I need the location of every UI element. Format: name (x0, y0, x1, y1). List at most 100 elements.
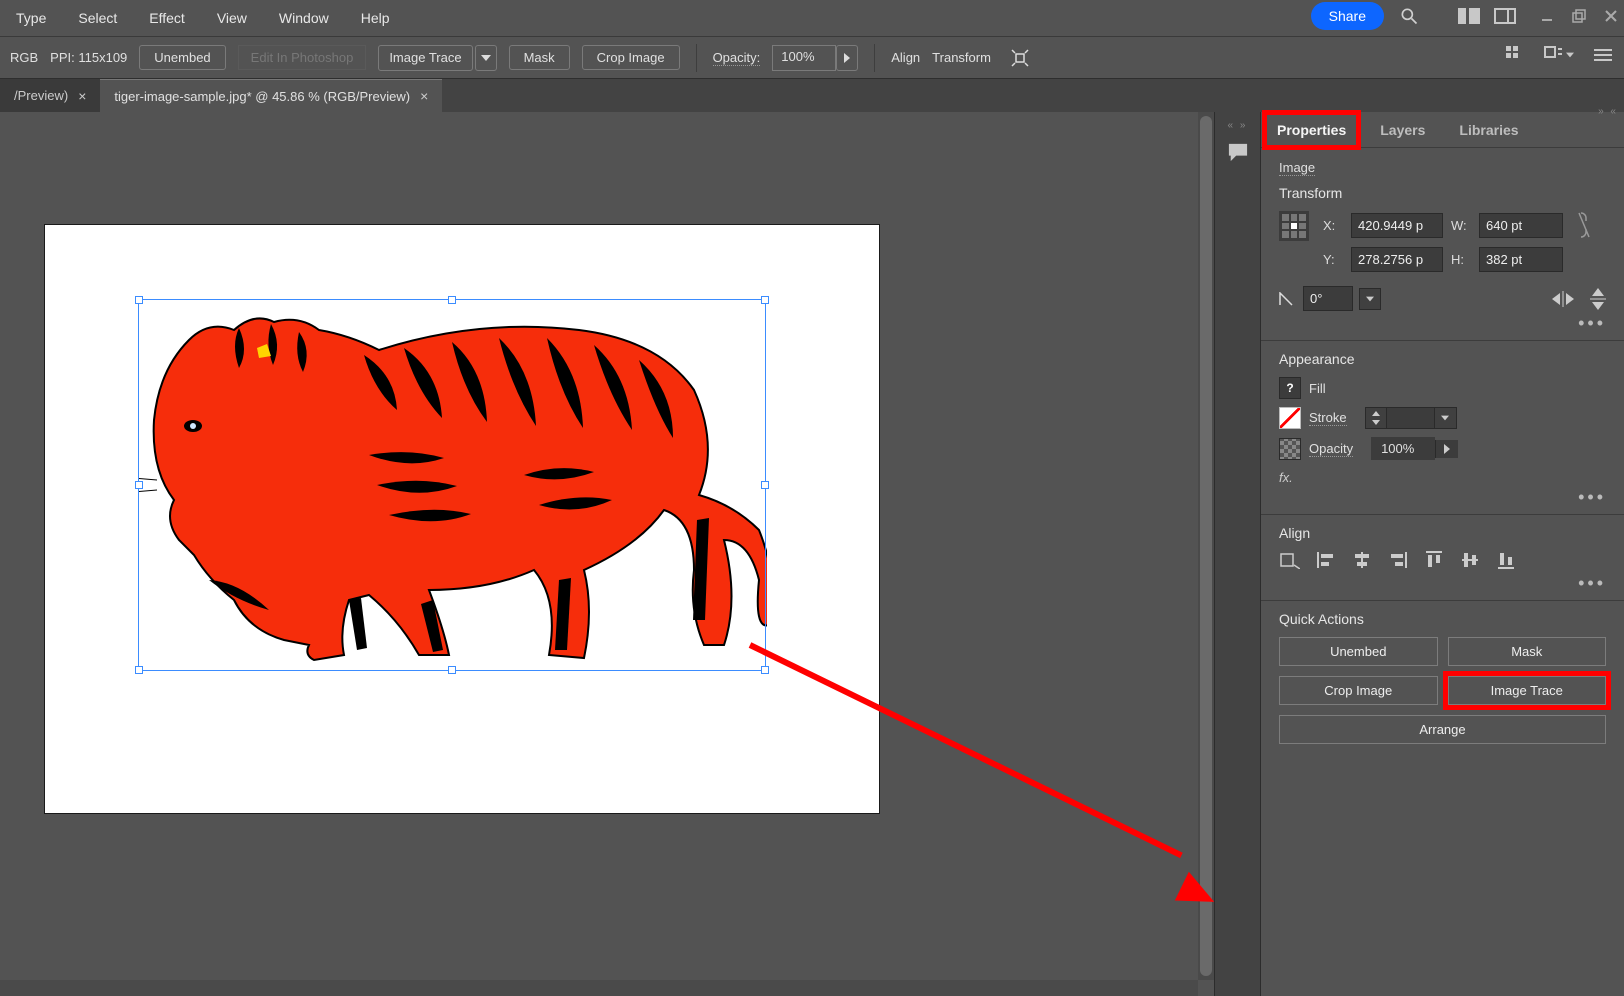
document-tab-inactive[interactable]: /Preview) × (0, 79, 100, 112)
opacity-label[interactable]: Opacity (1309, 441, 1353, 457)
selection-handle[interactable] (761, 666, 769, 674)
align-bottom-icon[interactable] (1495, 551, 1517, 569)
h-label: H: (1451, 252, 1471, 267)
selection-handle[interactable] (135, 481, 143, 489)
colormode-label: RGB (10, 50, 38, 65)
opacity-input[interactable]: 100% (772, 45, 836, 71)
crop-image-button[interactable]: Crop Image (582, 45, 680, 70)
stroke-weight-input[interactable] (1387, 407, 1435, 429)
minimize-icon[interactable] (1540, 9, 1554, 23)
stroke-weight-dropdown[interactable] (1435, 407, 1457, 429)
stroke-label[interactable]: Stroke (1309, 410, 1347, 426)
align-vcenter-icon[interactable] (1459, 551, 1481, 569)
opacity-label[interactable]: Opacity: (713, 50, 761, 66)
w-label: W: (1451, 218, 1471, 233)
image-trace-preset-dropdown[interactable] (475, 45, 497, 71)
document-tab-label: tiger-image-sample.jpg* @ 45.86 % (RGB/P… (114, 89, 410, 104)
close-tab-icon[interactable]: × (420, 88, 428, 104)
constrain-proportions-icon[interactable] (1577, 211, 1591, 239)
panel-tabs: » « Properties Layers Libraries (1261, 112, 1624, 148)
search-icon[interactable] (1398, 5, 1420, 27)
share-button[interactable]: Share (1311, 2, 1384, 30)
align-left-icon[interactable] (1315, 551, 1337, 569)
tab-libraries[interactable]: Libraries (1449, 115, 1528, 145)
transform-button[interactable]: Transform (932, 50, 991, 65)
edit-photoshop-button: Edit In Photoshop (238, 45, 367, 70)
align-right-icon[interactable] (1387, 551, 1409, 569)
h-input[interactable]: 382 pt (1479, 247, 1563, 272)
more-options-icon[interactable]: ••• (1279, 487, 1606, 508)
flip-vertical-icon[interactable] (1590, 288, 1606, 310)
canvas-area[interactable] (0, 112, 1214, 996)
qa-mask-button[interactable]: Mask (1448, 637, 1607, 666)
unembed-button[interactable]: Unembed (139, 45, 225, 70)
object-type-label: Image (1279, 160, 1606, 175)
appearance-heading: Appearance (1279, 351, 1606, 367)
qa-unembed-button[interactable]: Unembed (1279, 637, 1438, 666)
fill-swatch[interactable]: ? (1279, 377, 1301, 399)
dock-collapse-icon[interactable]: « » (1228, 120, 1248, 131)
qa-arrange-button[interactable]: Arrange (1279, 715, 1606, 744)
opacity-dropdown[interactable] (1435, 440, 1458, 458)
mask-button[interactable]: Mask (509, 45, 570, 70)
isolate-icon[interactable] (1009, 47, 1031, 69)
menu-effect[interactable]: Effect (143, 4, 191, 32)
quick-actions-heading: Quick Actions (1279, 611, 1606, 627)
snap-pixel-icon[interactable] (1504, 44, 1526, 66)
menu-select[interactable]: Select (72, 4, 123, 32)
selection-handle[interactable] (761, 296, 769, 304)
opacity-dropdown[interactable] (836, 45, 858, 71)
menu-help[interactable]: Help (355, 4, 396, 32)
scrollbar-vertical[interactable] (1198, 112, 1214, 980)
close-tab-icon[interactable]: × (78, 88, 86, 104)
align-top-icon[interactable] (1423, 551, 1445, 569)
comments-icon[interactable] (1227, 141, 1249, 163)
opacity-swatch-icon (1279, 438, 1301, 460)
more-options-icon[interactable]: ••• (1279, 573, 1606, 594)
menu-view[interactable]: View (211, 4, 253, 32)
opacity-value-input[interactable]: 100% (1371, 437, 1435, 460)
qa-image-trace-button[interactable]: Image Trace (1448, 676, 1607, 705)
align-hcenter-icon[interactable] (1351, 551, 1373, 569)
qa-crop-button[interactable]: Crop Image (1279, 676, 1438, 705)
rotate-icon (1279, 292, 1297, 306)
workspace-switcher-icon[interactable] (1458, 5, 1480, 27)
more-options-icon[interactable]: ••• (1279, 313, 1606, 334)
selection-handle[interactable] (761, 481, 769, 489)
rotate-dropdown[interactable] (1359, 288, 1381, 310)
transform-heading: Transform (1279, 185, 1606, 201)
w-input[interactable]: 640 pt (1479, 213, 1563, 238)
menu-type[interactable]: Type (10, 4, 52, 32)
maximize-icon[interactable] (1572, 9, 1586, 23)
close-icon[interactable] (1604, 9, 1618, 23)
selection-handle[interactable] (135, 296, 143, 304)
selection-handle[interactable] (448, 296, 456, 304)
align-icon-row (1279, 551, 1606, 569)
scrollbar-horizontal[interactable] (0, 980, 1198, 996)
stroke-swatch[interactable] (1279, 407, 1301, 429)
align-button[interactable]: Align (891, 50, 920, 65)
document-tab-label: /Preview) (14, 88, 68, 103)
stroke-weight-stepper[interactable] (1365, 407, 1387, 429)
arrange-icon[interactable] (1544, 46, 1574, 64)
panel-expand-icon[interactable]: » « (1598, 106, 1618, 117)
fx-label[interactable]: fx. (1279, 470, 1606, 485)
tab-layers[interactable]: Layers (1370, 115, 1435, 145)
rotate-input[interactable]: 0° (1303, 286, 1353, 311)
reference-point-icon[interactable] (1279, 211, 1309, 241)
list-view-icon[interactable] (1592, 44, 1614, 66)
x-label: X: (1323, 218, 1343, 233)
selection-handle[interactable] (135, 666, 143, 674)
arrange-documents-icon[interactable] (1494, 5, 1516, 27)
menu-window[interactable]: Window (273, 4, 335, 32)
align-to-icon[interactable] (1279, 551, 1301, 569)
flip-horizontal-icon[interactable] (1552, 291, 1574, 307)
selection-handle[interactable] (448, 666, 456, 674)
document-tab-active[interactable]: tiger-image-sample.jpg* @ 45.86 % (RGB/P… (100, 79, 442, 112)
y-input[interactable]: 278.2756 p (1351, 247, 1443, 272)
image-trace-button[interactable]: Image Trace (378, 45, 472, 71)
tab-properties[interactable]: Properties (1267, 115, 1356, 145)
selection-bounds[interactable] (138, 299, 766, 671)
x-input[interactable]: 420.9449 p (1351, 213, 1443, 238)
main-layout: « » » « Properties Layers Libraries Imag… (0, 112, 1624, 996)
